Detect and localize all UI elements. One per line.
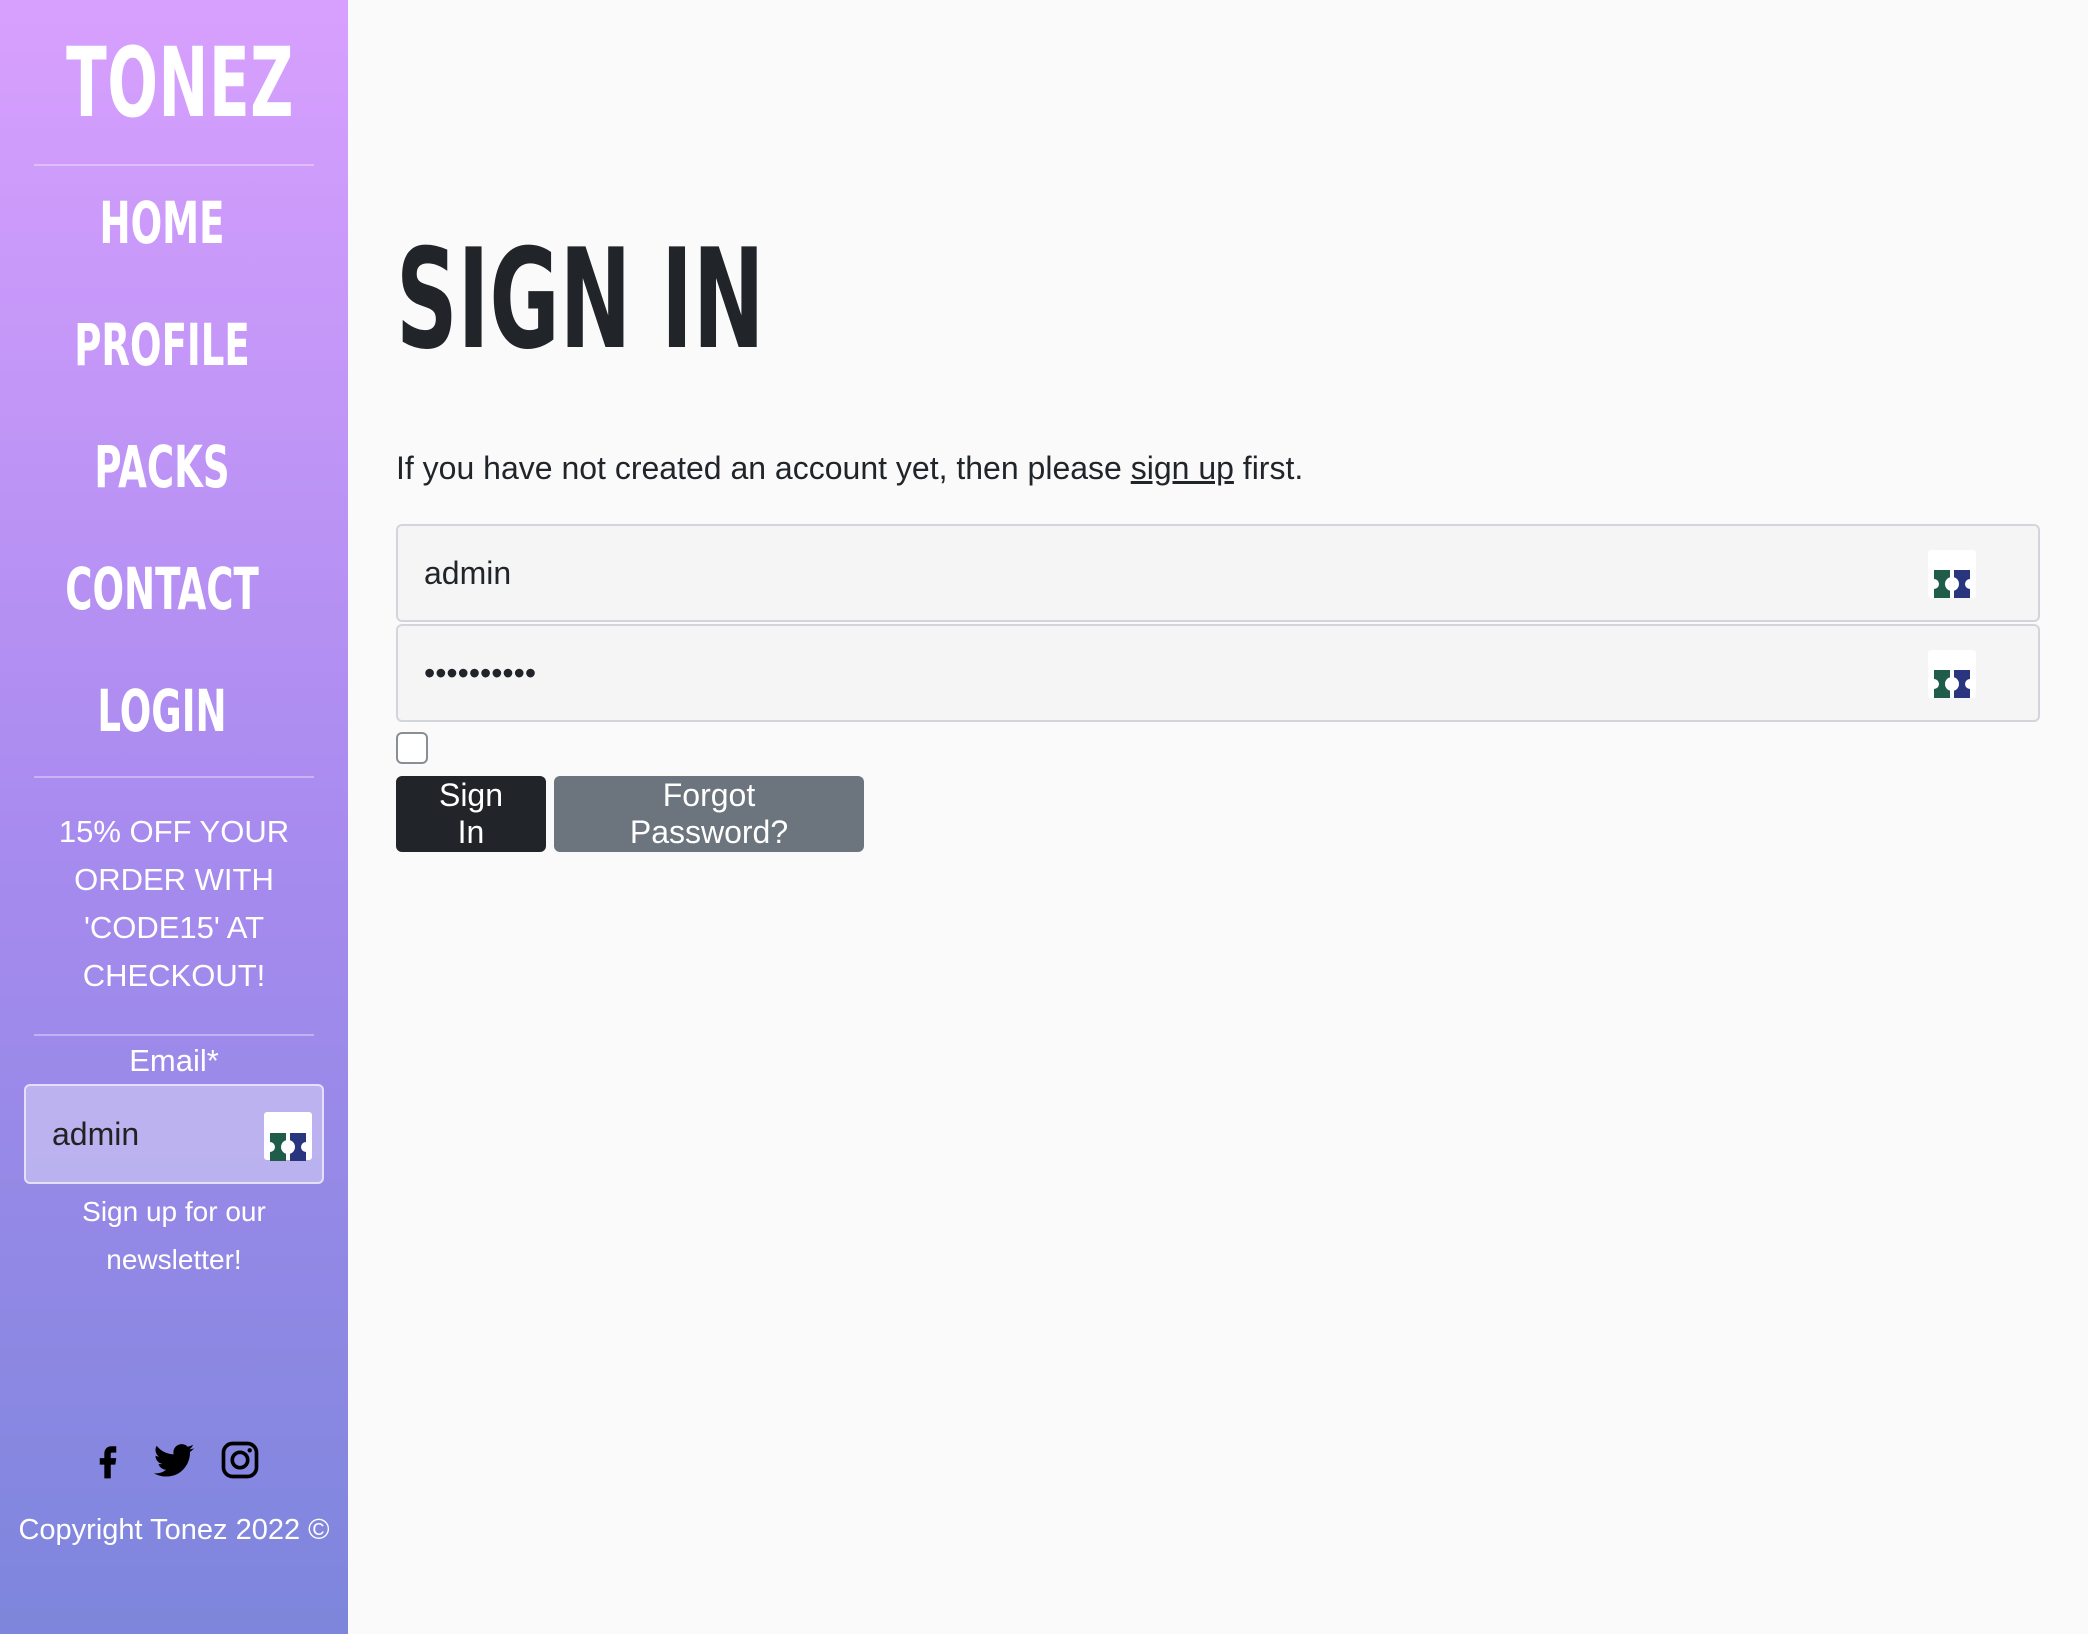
page-title: SIGN IN xyxy=(396,219,765,380)
facebook-icon[interactable] xyxy=(86,1438,130,1482)
password-manager-icon[interactable] xyxy=(264,1112,312,1161)
newsletter-text: Sign up for our newsletter! xyxy=(82,1196,266,1275)
sidebar: TONEZ HOME PROFILE PACKS CONTACT LOGIN 1… xyxy=(0,0,348,1634)
password-manager-icon[interactable] xyxy=(1928,650,1976,698)
nav-login[interactable]: LOGIN xyxy=(58,676,265,746)
nav-home[interactable]: HOME xyxy=(58,188,265,258)
username-input[interactable]: admin xyxy=(396,524,2040,622)
promo-text: 15% OFF YOUR ORDER WITH 'CODE15' AT CHEC… xyxy=(58,814,290,993)
newsletter-email-label: Email* xyxy=(129,1043,219,1078)
nav-contact[interactable]: CONTACT xyxy=(58,554,265,624)
signup-prompt-after: first. xyxy=(1233,450,1304,486)
signup-prompt-before: If you have not created an account yet, … xyxy=(396,450,1131,486)
signup-prompt: If you have not created an account yet, … xyxy=(396,444,1303,492)
password-manager-icon[interactable] xyxy=(1928,550,1976,598)
twitter-icon[interactable] xyxy=(152,1438,196,1482)
nav-packs[interactable]: PACKS xyxy=(58,432,265,502)
copyright-text: Copyright Tonez 2022 © xyxy=(18,1514,330,1546)
sidebar-divider xyxy=(34,164,314,166)
signup-link[interactable]: sign up xyxy=(1131,450,1234,486)
username-value: admin xyxy=(424,555,512,591)
sidebar-divider xyxy=(34,1034,314,1036)
password-value: •••••••••• xyxy=(424,655,537,691)
password-input[interactable]: •••••••••• xyxy=(396,624,2040,722)
newsletter-email-input[interactable]: admin xyxy=(24,1084,324,1184)
site-logo[interactable]: TONEZ xyxy=(66,28,293,138)
newsletter-email-value: admin xyxy=(52,1116,140,1152)
sidebar-divider xyxy=(34,776,314,778)
nav-profile[interactable]: PROFILE xyxy=(58,310,265,380)
remember-me-checkbox[interactable] xyxy=(396,732,428,764)
sign-in-button[interactable]: Sign In xyxy=(396,776,546,852)
forgot-password-button[interactable]: Forgot Password? xyxy=(554,776,864,852)
instagram-icon[interactable] xyxy=(218,1438,262,1482)
social-links xyxy=(0,1438,348,1482)
